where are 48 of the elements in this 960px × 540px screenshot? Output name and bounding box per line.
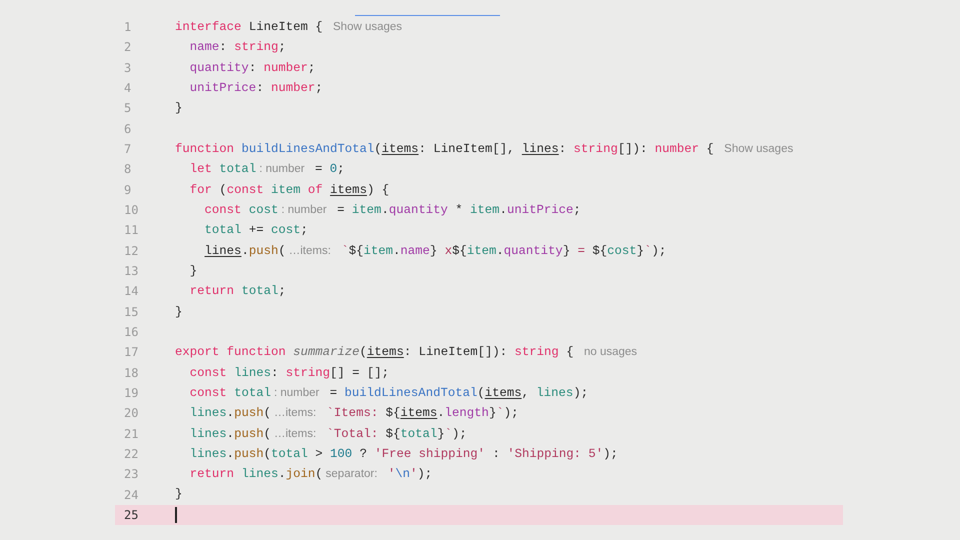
line-number: 9 bbox=[123, 182, 132, 199]
line-number: 7 bbox=[123, 141, 132, 158]
code-line: const total : number = buildLinesAndTotal(items, lines); bbox=[188, 384, 588, 402]
code-line: return total; bbox=[188, 283, 286, 300]
line-number: 1 bbox=[123, 19, 132, 36]
line-number: 6 bbox=[123, 120, 132, 138]
code-line: function buildLinesAndTotal(items: LineItem[], lines: string[]): number { Show usages bbox=[175, 140, 794, 158]
code-line: for (const item of items) { bbox=[188, 182, 390, 199]
code-line: unitPrice: number; bbox=[188, 80, 323, 97]
code-line: export function summarize(items: LineItem[]): string { no usages bbox=[175, 344, 638, 362]
line-number: 12 bbox=[123, 242, 140, 260]
line-number: 13 bbox=[123, 263, 140, 280]
line-number: 20 bbox=[123, 405, 140, 422]
line-number: 19 bbox=[123, 385, 140, 402]
line-number: 25 bbox=[123, 507, 140, 524]
line-number: 14 bbox=[123, 283, 140, 300]
code-line: lines.push( …items: `Items: ${items.length}`); bbox=[188, 405, 518, 422]
line-number: 5 bbox=[123, 100, 132, 118]
text-cursor bbox=[175, 507, 177, 524]
code-line: lines.push( …items: `Total: ${total}`); bbox=[188, 426, 467, 442]
line-number: 18 bbox=[123, 364, 140, 382]
code-line: name: string; bbox=[188, 39, 286, 56]
line-number: 23 bbox=[123, 466, 140, 484]
code-line: } bbox=[175, 304, 182, 321]
line-number: 15 bbox=[123, 304, 140, 321]
code-line: lines.push( …items: `${item.name} x${item.quantity} = ${cost}`); bbox=[204, 242, 666, 260]
line-number: 11 bbox=[123, 222, 140, 240]
line-number: 4 bbox=[123, 80, 132, 98]
code-line: } bbox=[175, 486, 182, 504]
code-line: let total : number = 0; bbox=[188, 161, 345, 178]
line-number: 22 bbox=[123, 446, 140, 464]
code-line: interface LineItem { Show usages bbox=[175, 18, 404, 36]
line-number: 2 bbox=[123, 39, 132, 56]
line-number: 8 bbox=[123, 161, 132, 178]
line-number: 16 bbox=[123, 324, 140, 342]
line-number: 10 bbox=[123, 202, 140, 220]
code-line: } bbox=[188, 262, 198, 280]
code-line: lines.push(total > 100 ? 'Free shipping' : 'Shipping: 5'); bbox=[188, 446, 618, 463]
line-number: 17 bbox=[123, 344, 140, 362]
line-number: 24 bbox=[123, 486, 140, 504]
code-line: const lines: string[] = []; bbox=[188, 364, 390, 382]
code-line: total += cost; bbox=[204, 222, 308, 240]
code-line: quantity: number; bbox=[188, 60, 316, 77]
code-line: const cost : number = item.quantity * item.unitPrice; bbox=[204, 202, 581, 219]
code-line: } bbox=[175, 100, 182, 118]
code-line: return lines.join( separator: '\n'); bbox=[188, 466, 432, 484]
line-number: 21 bbox=[123, 426, 140, 443]
line-number: 3 bbox=[123, 60, 132, 77]
